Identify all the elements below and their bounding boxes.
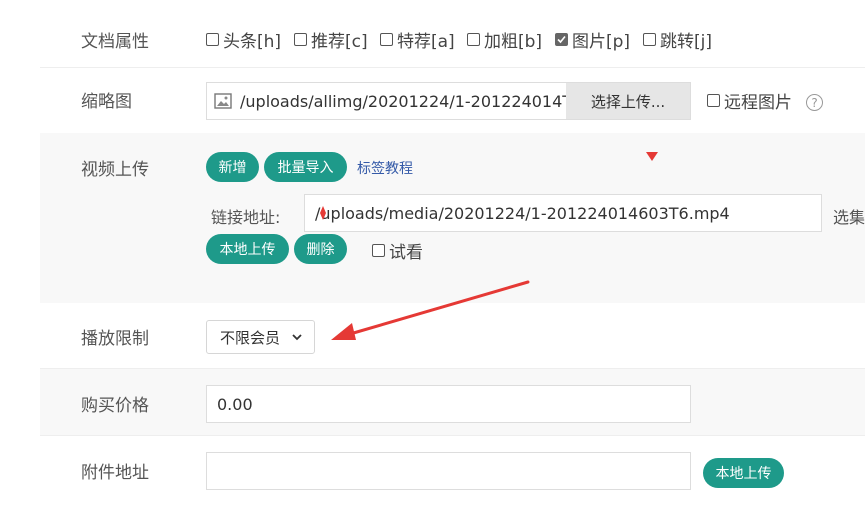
video-link-input[interactable]: /uploads/media/20201224/1-201224014603T6…: [304, 194, 822, 232]
help-icon[interactable]: ?: [806, 94, 823, 111]
image-icon: [214, 93, 232, 109]
checkbox-special[interactable]: 特荐[a]: [380, 27, 455, 52]
checkbox-label: 试看: [389, 243, 423, 263]
attachment-upload-button[interactable]: 本地上传: [703, 458, 784, 488]
checkbox-box[interactable]: [372, 244, 385, 257]
checkbox-label: 特荐[a]: [397, 32, 455, 52]
checkbox-label: 跳转[j]: [660, 32, 712, 52]
checkbox-box[interactable]: [467, 33, 480, 46]
attachment-input[interactable]: [206, 452, 691, 490]
checkbox-box[interactable]: [380, 33, 393, 46]
checkbox-box-checked[interactable]: [555, 33, 568, 46]
checkbox-label: 图片[p]: [572, 32, 631, 52]
chevron-down-icon: [292, 333, 302, 340]
attachment-label: 附件地址: [81, 463, 149, 483]
checkbox-headline[interactable]: 头条[h]: [206, 27, 281, 52]
checkbox-label: 远程图片: [724, 93, 792, 113]
video-link-text: /uploads/media/20201224/1-201224014603T6…: [315, 203, 730, 223]
checkbox-label: 头条[h]: [223, 32, 282, 52]
link-address-label: 链接地址:: [211, 208, 281, 227]
thumbnail-label: 缩略图: [81, 92, 132, 112]
checkbox-box[interactable]: [643, 33, 656, 46]
checkbox-box[interactable]: [206, 33, 219, 46]
play-limit-label: 播放限制: [81, 329, 149, 349]
checkbox-image[interactable]: 图片[p]: [555, 27, 630, 52]
divider: [40, 435, 865, 436]
remote-image-checkbox[interactable]: 远程图片: [707, 88, 792, 113]
checkbox-bold[interactable]: 加粗[b]: [467, 27, 542, 52]
thumbnail-path-text: /uploads/allimg/20201224/1-201224014T: [240, 91, 573, 111]
checkbox-label: 推荐[c]: [311, 32, 368, 52]
choose-upload-button[interactable]: 选择上传...: [566, 83, 690, 119]
red-triangle-marker: [646, 152, 658, 161]
play-limit-row: [40, 304, 865, 368]
tag-tutorial-link[interactable]: 标签教程: [357, 158, 413, 178]
local-upload-button[interactable]: 本地上传: [206, 234, 289, 264]
checkbox-recommend[interactable]: 推荐[c]: [294, 27, 368, 52]
checkbox-redirect[interactable]: 跳转[j]: [643, 27, 712, 52]
price-label: 购买价格: [81, 396, 149, 416]
price-value: 0.00: [217, 394, 253, 414]
delete-button[interactable]: 删除: [294, 234, 347, 264]
batch-import-button[interactable]: 批量导入: [264, 152, 347, 182]
add-video-button[interactable]: 新增: [206, 152, 259, 182]
checkbox-label: 加粗[b]: [484, 32, 543, 52]
checkbox-box[interactable]: [707, 94, 720, 107]
select-episode-text: 选集: [833, 208, 865, 227]
preview-checkbox[interactable]: 试看: [372, 238, 423, 263]
price-input[interactable]: 0.00: [206, 385, 691, 423]
checkmark-icon: [557, 35, 566, 44]
checkbox-box[interactable]: [294, 33, 307, 46]
play-limit-value: 不限会员: [220, 328, 281, 347]
video-upload-label: 视频上传: [81, 160, 149, 180]
attributes-label: 文档属性: [81, 32, 149, 52]
play-limit-select[interactable]: 不限会员: [206, 320, 315, 354]
